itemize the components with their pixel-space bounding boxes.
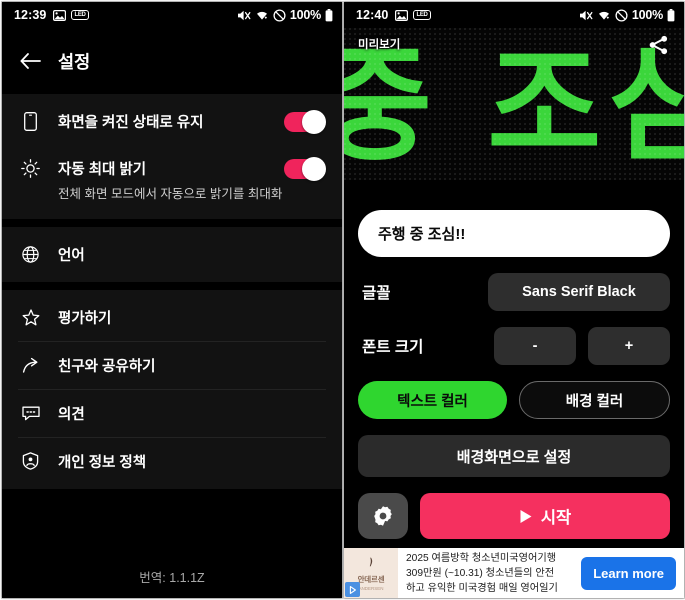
- battery-icon: [667, 8, 675, 22]
- background-color-button[interactable]: 배경 컬러: [519, 381, 670, 419]
- ad-brand-label: 안데르센: [357, 574, 385, 584]
- status-bar-left-icons: LED: [53, 9, 89, 21]
- version-label: 번역: 1.1.1Z: [2, 567, 342, 598]
- ad-thumb-glyph: [366, 556, 376, 574]
- sidebar-item-feedback[interactable]: 의견: [2, 390, 342, 437]
- ad-line-2: 309만원 (~10.31) 청소년들의 안전: [406, 568, 555, 579]
- sidebar-item-label: 언어: [58, 247, 85, 264]
- gear-icon[interactable]: [358, 493, 408, 539]
- status-bar-left-icons: LED: [395, 9, 431, 21]
- battery-icon: [325, 8, 333, 22]
- start-button-label: 시작: [540, 509, 572, 527]
- led-banner-phone-screenshot: 12:40 LED 100% 중 조심 미리보기 주행 중 조심!! 글꼴 Sa…: [344, 2, 684, 598]
- font-size-increase-button[interactable]: +: [588, 327, 670, 365]
- settings-app-bar: 설정: [2, 28, 342, 94]
- globe-icon: [21, 246, 40, 263]
- color-buttons-row: 텍스트 컬러 배경 컬러: [358, 381, 670, 419]
- sidebar-item-share-with-friends[interactable]: 친구와 공유하기: [2, 342, 342, 389]
- sidebar-item-label: 자동 최대 밝기: [58, 162, 147, 178]
- play-icon: [519, 509, 533, 524]
- font-size-label: 폰트 크기: [362, 339, 424, 356]
- ad-banner[interactable]: 안데르센 ANDERSEN 2025 여름방학 청소년미국영어기행 309만원 …: [344, 546, 684, 598]
- do-not-disturb-icon: [615, 8, 628, 22]
- led-badge-icon: LED: [71, 10, 89, 20]
- bottom-actions-row: 시작: [358, 493, 670, 539]
- privacy-shield-icon: [21, 452, 40, 471]
- screenshot-stage: 12:39 LED 100% 설정 화면을 켜진 상태로 유지 자동 최대 밝기…: [0, 0, 685, 600]
- font-label: 글꼴: [362, 285, 391, 302]
- led-preview-text: 중 조심!: [344, 34, 684, 178]
- banner-text-input[interactable]: 주행 중 조심!!: [358, 210, 670, 257]
- status-bar: 12:39 LED 100%: [2, 2, 342, 28]
- auto-max-brightness-description: 전체 화면 모드에서 자동으로 밝기를 최대화: [58, 187, 283, 201]
- page-title: 설정: [58, 51, 91, 72]
- mute-icon: [237, 9, 251, 22]
- settings-list: 화면을 켜진 상태로 유지 자동 최대 밝기 전체 화면 모드에서 자동으로 밝…: [2, 94, 342, 598]
- font-size-row: 폰트 크기 - +: [358, 327, 670, 365]
- toggle-knob: [302, 156, 326, 181]
- ad-text: 2025 여름방학 청소년미국영어기행 309만원 (~10.31) 청소년들의…: [398, 548, 581, 598]
- brightness-icon: [21, 159, 40, 178]
- sidebar-item-label: 화면을 켜진 상태로 유지: [58, 115, 204, 131]
- status-bar-time: 12:40: [356, 8, 389, 22]
- ad-thumbnail: 안데르센 ANDERSEN: [344, 548, 398, 598]
- image-icon: [53, 9, 67, 21]
- ad-line-3: 하고 유익한 미국경험 매일 영어일기: [406, 583, 558, 594]
- keep-screen-on-toggle[interactable]: [284, 109, 326, 134]
- led-preview-area[interactable]: 중 조심! 미리보기: [344, 28, 684, 198]
- sidebar-item-keep-screen-on[interactable]: 화면을 켜진 상태로 유지: [2, 98, 342, 145]
- status-bar: 12:40 LED 100%: [344, 2, 684, 28]
- banner-controls: 주행 중 조심!! 글꼴 Sans Serif Black 폰트 크기 - + …: [344, 198, 684, 546]
- ad-line-1: 2025 여름방학 청소년미국영어기행: [406, 553, 557, 564]
- font-select-button[interactable]: Sans Serif Black: [488, 273, 670, 311]
- settings-group-more: 평가하기 친구와 공유하기 의견 개인 정보 정책: [2, 289, 342, 489]
- ad-learn-more-button[interactable]: Learn more: [581, 556, 676, 590]
- settings-phone-screenshot: 12:39 LED 100% 설정 화면을 켜진 상태로 유지 자동 최대 밝기…: [2, 2, 342, 598]
- sidebar-item-label: 평가하기: [58, 310, 112, 327]
- sidebar-item-rate[interactable]: 평가하기: [2, 294, 342, 341]
- status-bar-time: 12:39: [14, 8, 47, 22]
- ad-brand-sublabel: ANDERSEN: [358, 585, 384, 591]
- sidebar-item-label: 의견: [58, 406, 85, 423]
- sidebar-item-auto-max-brightness[interactable]: 자동 최대 밝기: [2, 145, 342, 192]
- toggle-knob: [302, 109, 326, 134]
- status-bar-right-icons: 100%: [237, 8, 333, 22]
- sidebar-item-privacy-policy[interactable]: 개인 정보 정책: [2, 438, 342, 485]
- led-badge-icon: LED: [413, 10, 431, 20]
- font-row: 글꼴 Sans Serif Black: [358, 273, 670, 311]
- preview-bottom-mask: [344, 180, 684, 198]
- wifi-icon: [255, 9, 269, 21]
- set-as-wallpaper-button[interactable]: 배경화면으로 설정: [358, 435, 670, 477]
- preview-label: 미리보기: [358, 39, 401, 51]
- font-size-stepper: - +: [488, 327, 670, 365]
- mute-icon: [579, 9, 593, 22]
- sidebar-item-label: 개인 정보 정책: [58, 454, 147, 471]
- settings-spacer: [2, 488, 342, 567]
- status-bar-right-icons: 100%: [579, 8, 675, 22]
- back-arrow-icon[interactable]: [20, 52, 42, 70]
- sidebar-item-label: 친구와 공유하기: [58, 358, 156, 375]
- wifi-icon: [597, 9, 611, 21]
- screen-icon: [21, 112, 40, 131]
- start-button[interactable]: 시작: [420, 493, 670, 539]
- feedback-icon: [21, 406, 40, 421]
- settings-group-display: 화면을 켜진 상태로 유지 자동 최대 밝기 전체 화면 모드에서 자동으로 밝…: [2, 94, 342, 219]
- battery-percent-label: 100%: [289, 8, 321, 22]
- text-color-button[interactable]: 텍스트 컬러: [358, 381, 507, 419]
- share-arrow-icon: [21, 357, 40, 374]
- sidebar-item-language[interactable]: 언어: [2, 231, 342, 278]
- star-icon: [21, 309, 40, 326]
- font-size-decrease-button[interactable]: -: [494, 327, 576, 365]
- settings-group-language: 언어: [2, 226, 342, 282]
- image-icon: [395, 9, 409, 21]
- battery-percent-label: 100%: [631, 8, 663, 22]
- do-not-disturb-icon: [273, 8, 286, 22]
- auto-max-brightness-toggle[interactable]: [284, 156, 326, 181]
- adchoices-icon[interactable]: [345, 582, 360, 597]
- share-icon[interactable]: [648, 34, 670, 61]
